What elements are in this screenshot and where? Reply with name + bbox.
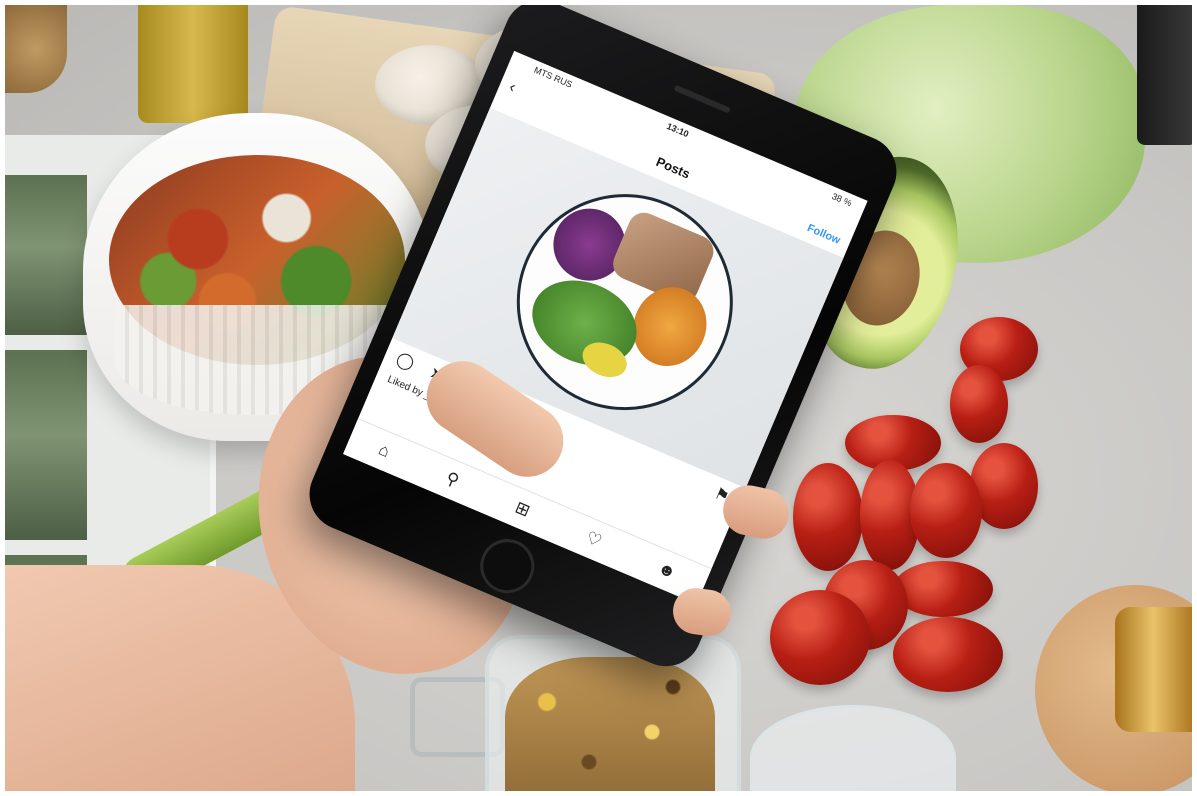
- tomato: [893, 561, 993, 617]
- home-icon[interactable]: ⌂: [375, 440, 393, 462]
- gold-cap: [1115, 607, 1192, 732]
- tomato: [950, 365, 1008, 443]
- home-button[interactable]: [471, 530, 543, 602]
- dark-jar: [1137, 5, 1192, 145]
- add-icon[interactable]: ⊞: [512, 498, 533, 522]
- wooden-lid: [5, 5, 67, 93]
- window-pane: [5, 175, 87, 335]
- earpiece: [673, 84, 732, 114]
- comment-icon[interactable]: ◯: [394, 350, 417, 373]
- window-pane: [5, 350, 87, 540]
- tomato: [910, 463, 982, 558]
- search-icon[interactable]: ⚲: [443, 468, 462, 491]
- glass-jar: [750, 705, 956, 791]
- photo-scene: MTS RUS 13:10 38 % ‹ Posts Follow ◯ ⚑ Li…: [5, 5, 1192, 791]
- tomato: [793, 463, 863, 571]
- profile-icon[interactable]: ☻: [655, 558, 679, 583]
- heart-icon[interactable]: ♡: [583, 528, 604, 552]
- tomato: [770, 590, 870, 685]
- seeds: [505, 657, 715, 791]
- tomato: [893, 617, 1003, 692]
- oil-bottle: [138, 5, 248, 123]
